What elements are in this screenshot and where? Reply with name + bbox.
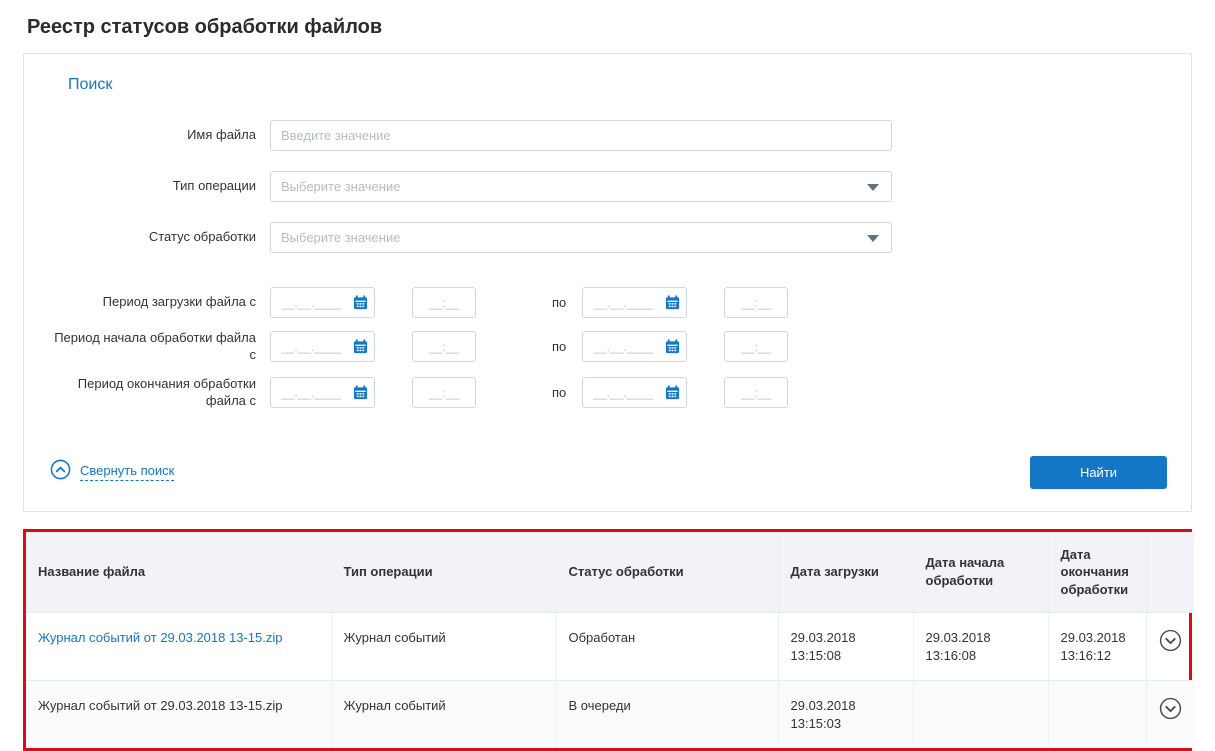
calendar-icon[interactable] — [353, 385, 368, 405]
chevron-up-circle-icon — [50, 459, 71, 485]
end-time-to-input[interactable] — [725, 378, 787, 407]
table-header-row: Название файла Тип операции Статус обраб… — [26, 532, 1194, 613]
end-period-row: Период окончания обработки файла с по — [48, 376, 1167, 410]
cell-end-date — [1048, 681, 1146, 749]
chevron-down-circle-icon[interactable] — [1159, 697, 1182, 725]
header-expand — [1146, 532, 1194, 613]
header-end-date: Дата окончания обработки — [1048, 532, 1146, 613]
upload-time-from-input[interactable] — [413, 288, 475, 317]
cell-end-date: 29.03.2018 13:16:12 — [1048, 613, 1146, 681]
end-time-to-field — [724, 377, 788, 408]
start-date-from-field — [270, 331, 375, 362]
end-time-from-field — [412, 377, 476, 408]
upload-time-to-input[interactable] — [725, 288, 787, 317]
to-label: по — [552, 385, 566, 400]
find-button[interactable]: Найти — [1030, 456, 1167, 489]
collapse-search-link[interactable]: Свернуть поиск — [50, 459, 174, 485]
cell-operation-type: Журнал событий — [331, 613, 556, 681]
upload-period-label: Период загрузки файла с — [48, 294, 270, 311]
table-row: Журнал событий от 29.03.2018 13-15.zip Ж… — [26, 613, 1194, 681]
header-file-name: Название файла — [26, 532, 331, 613]
calendar-icon[interactable] — [665, 295, 680, 315]
operation-type-label: Тип операции — [48, 178, 270, 195]
search-heading: Поиск — [68, 76, 1167, 94]
start-time-to-input[interactable] — [725, 332, 787, 361]
start-time-from-input[interactable] — [413, 332, 475, 361]
upload-date-from-field — [270, 287, 375, 318]
to-label: по — [552, 339, 566, 354]
processing-status-row: Статус обработки Выберите значение — [48, 222, 1167, 253]
collapse-search-label: Свернуть поиск — [80, 463, 174, 481]
header-upload-date: Дата загрузки — [778, 532, 913, 613]
results-table-highlight: Название файла Тип операции Статус обраб… — [23, 529, 1192, 751]
cell-operation-type: Журнал событий — [331, 681, 556, 749]
chevron-down-icon — [867, 184, 879, 191]
cell-upload-date: 29.03.2018 13:15:03 — [778, 681, 913, 749]
search-panel: Поиск Имя файла Тип операции Выберите зн… — [23, 53, 1192, 512]
results-table: Название файла Тип операции Статус обраб… — [26, 532, 1194, 749]
calendar-icon[interactable] — [665, 385, 680, 405]
cell-expand — [1146, 613, 1194, 681]
cell-start-date — [913, 681, 1048, 749]
operation-type-row: Тип операции Выберите значение — [48, 171, 1167, 202]
upload-time-to-field — [724, 287, 788, 318]
file-link[interactable]: Журнал событий от 29.03.2018 13-15.zip — [38, 630, 282, 645]
end-date-to-field — [582, 377, 687, 408]
cell-status: В очереди — [556, 681, 778, 749]
cell-file-name: Журнал событий от 29.03.2018 13-15.zip — [26, 613, 331, 681]
file-name-field-wrap — [270, 120, 892, 151]
cell-file-name: Журнал событий от 29.03.2018 13-15.zip — [26, 681, 331, 749]
upload-date-to-field — [582, 287, 687, 318]
chevron-down-icon — [867, 235, 879, 242]
chevron-down-circle-icon[interactable] — [1159, 629, 1182, 657]
operation-type-select[interactable]: Выберите значение — [270, 171, 892, 202]
header-operation-type: Тип операции — [331, 532, 556, 613]
cell-expand — [1146, 681, 1194, 749]
processing-status-label: Статус обработки — [48, 229, 270, 246]
processing-status-select[interactable]: Выберите значение — [270, 222, 892, 253]
end-period-label: Период окончания обработки файла с — [48, 376, 270, 410]
calendar-icon[interactable] — [665, 339, 680, 359]
end-time-from-input[interactable] — [413, 378, 475, 407]
file-name-input[interactable] — [271, 121, 891, 150]
file-name-row: Имя файла — [48, 120, 1167, 151]
end-date-from-field — [270, 377, 375, 408]
cell-start-date: 29.03.2018 13:16:08 — [913, 613, 1048, 681]
page-title: Реестр статусов обработки файлов — [27, 16, 1215, 39]
start-date-to-field — [582, 331, 687, 362]
start-time-to-field — [724, 331, 788, 362]
upload-time-from-field — [412, 287, 476, 318]
operation-type-placeholder: Выберите значение — [271, 179, 891, 194]
start-period-label: Период начала обработки файла с — [48, 330, 270, 364]
header-status: Статус обработки — [556, 532, 778, 613]
start-period-row: Период начала обработки файла с по — [48, 330, 1167, 364]
search-footer: Свернуть поиск Найти — [48, 456, 1167, 489]
calendar-icon[interactable] — [353, 295, 368, 315]
start-time-from-field — [412, 331, 476, 362]
file-name-label: Имя файла — [48, 127, 270, 144]
processing-status-placeholder: Выберите значение — [271, 230, 891, 245]
cell-status: Обработан — [556, 613, 778, 681]
calendar-icon[interactable] — [353, 339, 368, 359]
upload-period-row: Период загрузки файла с по — [48, 287, 1167, 318]
cell-upload-date: 29.03.2018 13:15:08 — [778, 613, 913, 681]
header-start-date: Дата начала обработки — [913, 532, 1048, 613]
table-row: Журнал событий от 29.03.2018 13-15.zip Ж… — [26, 681, 1194, 749]
to-label: по — [552, 295, 566, 310]
